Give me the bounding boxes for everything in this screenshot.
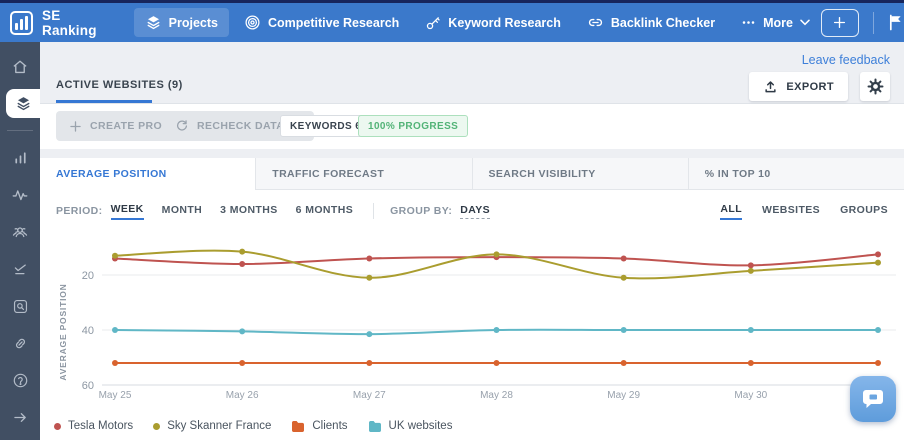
tab-search-visibility[interactable]: SEARCH VISIBILITY: [473, 158, 689, 190]
scope-switch: ALL WEBSITES GROUPS: [700, 203, 888, 220]
nav-item-label: Competitive Research: [268, 16, 399, 30]
add-project-button[interactable]: [821, 9, 859, 37]
sidebar-divider: [7, 130, 33, 131]
tab-average-position[interactable]: AVERAGE POSITION: [40, 158, 256, 190]
svg-text:May 26: May 26: [226, 390, 259, 401]
legend-item[interactable]: UK websites: [368, 420, 453, 432]
nav-item-competitive-research[interactable]: Competitive Research: [233, 8, 410, 37]
svg-text:40: 40: [82, 325, 94, 337]
home-icon[interactable]: [0, 48, 40, 85]
svg-text:May 30: May 30: [734, 390, 767, 401]
tab-traffic-forecast[interactable]: TRAFFIC FORECAST: [256, 158, 472, 190]
period-month[interactable]: MONTH: [162, 204, 203, 219]
nav-item-keyword-research[interactable]: Keyword Research: [414, 9, 572, 37]
refresh-icon: [175, 119, 189, 133]
navbar-divider: [873, 12, 874, 34]
flag-icon[interactable]: [888, 14, 903, 31]
toolbar-band: CREATE PROJECT RECHECK DATA KEYWORDS 607…: [40, 104, 904, 149]
recheck-data-label: RECHECK DATA: [197, 120, 284, 132]
layers-icon: [145, 14, 162, 31]
dot-icon: [153, 423, 160, 430]
svg-text:AVERAGE POSITION: AVERAGE POSITION: [58, 283, 68, 380]
svg-text:20: 20: [82, 270, 94, 282]
chain-icon[interactable]: [0, 325, 40, 362]
scope-websites[interactable]: WEBSITES: [762, 204, 820, 219]
ellipsis-icon: [741, 15, 756, 30]
nav-items: Projects Competitive Research Keyword Re…: [134, 8, 821, 37]
progress-badge: 100% PROGRESS: [358, 115, 468, 137]
chat-bubble-icon: [860, 386, 886, 412]
nav-item-backlink-checker[interactable]: Backlink Checker: [576, 8, 726, 37]
active-websites-tab[interactable]: ACTIVE WEBSITES (9): [56, 79, 183, 91]
gear-icon: [867, 78, 884, 95]
folder-icon: [291, 420, 305, 432]
plus-icon: [832, 15, 847, 30]
sidebar-item-projects-active[interactable]: [6, 89, 40, 118]
navbar: SE Ranking Projects Competitive Research…: [0, 3, 904, 42]
nav-item-more[interactable]: More: [730, 9, 821, 36]
arrow-right-icon[interactable]: [0, 399, 40, 436]
svg-text:May 28: May 28: [480, 390, 513, 401]
scope-all[interactable]: ALL: [720, 203, 742, 220]
chat-widget-button[interactable]: [850, 376, 896, 422]
se-ranking-logo-icon: [10, 11, 33, 35]
link-icon: [587, 14, 604, 31]
export-label: EXPORT: [786, 81, 834, 93]
svg-text:May 27: May 27: [353, 390, 386, 401]
period-6-months[interactable]: 6 MONTHS: [296, 204, 353, 219]
svg-text:May 25: May 25: [99, 390, 132, 401]
legend-item[interactable]: Tesla Motors: [54, 420, 133, 432]
chart-legend: Tesla Motors Sky Skanner France Clients UK …: [54, 420, 452, 432]
target-icon: [244, 14, 261, 31]
brand-name: SE Ranking: [42, 8, 98, 38]
period-3-months[interactable]: 3 MONTHS: [220, 204, 277, 219]
legend-label: Clients: [312, 420, 347, 432]
period-label: PERIOD:: [56, 205, 103, 217]
nav-item-projects[interactable]: Projects: [134, 8, 229, 37]
legend-item[interactable]: Sky Skanner France: [153, 420, 271, 432]
average-position-chart[interactable]: 20 40 60 AVERAGE POSITION May 25 May 26 May 27…: [40, 228, 904, 408]
nav-item-label: Backlink Checker: [611, 16, 715, 30]
group-by-label: GROUP BY:: [390, 205, 452, 217]
group-by-value[interactable]: DAYS: [460, 204, 490, 219]
nav-item-label: Projects: [169, 16, 218, 30]
key-icon: [425, 15, 441, 31]
bar-chart-icon[interactable]: [0, 139, 40, 176]
pulse-icon[interactable]: [0, 176, 40, 213]
people-icon[interactable]: [0, 213, 40, 250]
layers-icon: [15, 95, 32, 112]
legend-label: Sky Skanner France: [167, 420, 271, 432]
export-button[interactable]: EXPORT: [749, 72, 848, 101]
plus-icon: [69, 120, 82, 133]
main-content: Leave feedback ACTIVE WEBSITES (9) EXPOR…: [40, 42, 904, 440]
scope-groups[interactable]: GROUPS: [840, 204, 888, 219]
chart-controls: PERIOD: WEEK MONTH 3 MONTHS 6 MONTHS GRO…: [40, 196, 904, 226]
chevron-down-icon: [800, 19, 810, 26]
legend-label: UK websites: [389, 420, 453, 432]
navbar-right: $7033.8477 DA: [821, 9, 904, 37]
legend-label: Tesla Motors: [68, 420, 133, 432]
period-week[interactable]: WEEK: [111, 203, 144, 220]
leave-feedback-link[interactable]: Leave feedback: [802, 53, 890, 67]
nav-item-label: Keyword Research: [448, 16, 561, 30]
brand[interactable]: SE Ranking: [10, 8, 98, 38]
svg-text:60: 60: [82, 380, 94, 392]
svg-text:May 29: May 29: [607, 390, 640, 401]
tab-percent-in-top10[interactable]: % IN TOP 10: [689, 158, 904, 190]
help-icon[interactable]: [0, 362, 40, 399]
upload-icon: [763, 79, 778, 94]
legend-item[interactable]: Clients: [291, 420, 347, 432]
double-check-icon[interactable]: [0, 251, 40, 288]
chart-panel: AVERAGE POSITION TRAFFIC FORECAST SEARCH…: [40, 158, 904, 440]
chart-tabs: AVERAGE POSITION TRAFFIC FORECAST SEARCH…: [40, 158, 904, 190]
sidebar: [0, 42, 40, 440]
nav-item-label: More: [763, 16, 793, 30]
settings-button[interactable]: [860, 72, 890, 101]
search-box-icon[interactable]: [0, 288, 40, 325]
dot-icon: [54, 423, 61, 430]
controls-divider: [373, 203, 374, 219]
folder-icon: [368, 420, 382, 432]
